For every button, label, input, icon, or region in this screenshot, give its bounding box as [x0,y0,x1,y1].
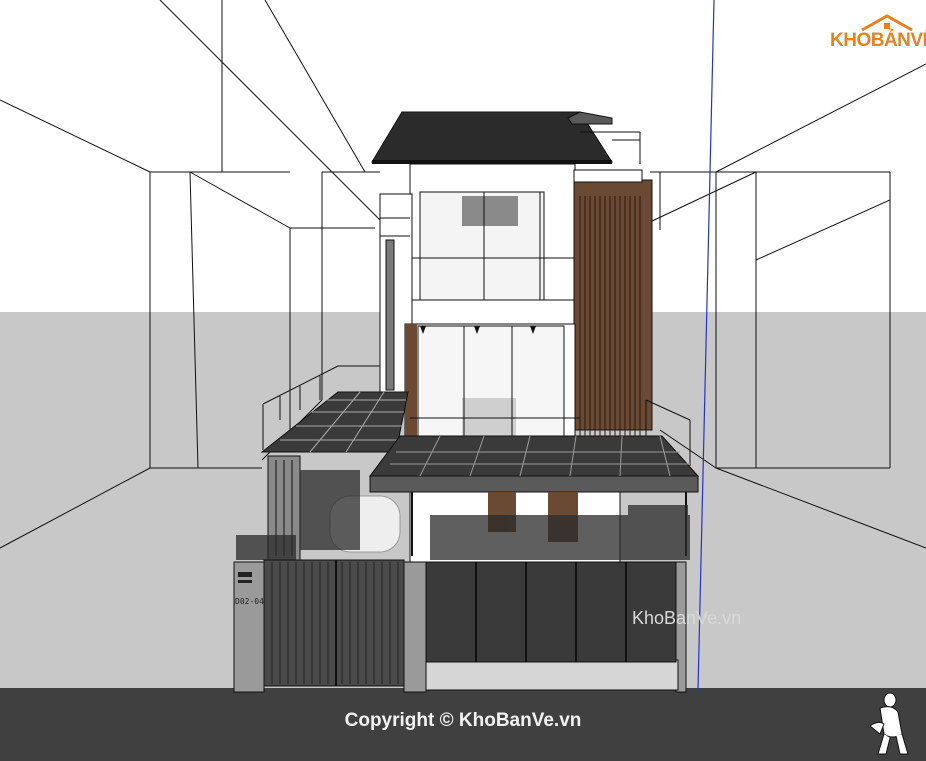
human-scale-figure-icon [869,692,909,755]
front-wall-mid-pier [403,561,427,693]
3d-model-scene[interactable] [0,0,926,761]
wood-tower-cap [573,169,643,183]
main-gate [263,559,405,687]
watermark-text: KhoBanVe.vn [632,608,742,628]
sketchup-viewport[interactable]: D02-04 KHOBẢNVẼ KhoBanVe.vn Copyright © … [0,0,926,761]
khobanve-logo: KHOBẢNVẼ [830,14,926,56]
house-number-plate: D02-04 [235,597,264,606]
main-pergola [369,435,700,477]
mailbox-slot [238,572,252,577]
middle-wood-pillar [405,324,417,442]
logo-text: KHOBẢNVẼ [830,30,926,51]
main-pergola-beam [369,475,699,493]
upper-balcony-slab [391,299,581,325]
roof-fascia [372,160,612,164]
copyright-text: Copyright © KhoBanVe.vn [344,710,582,731]
upper-window-shadow [462,196,518,226]
mailbox-slot [238,580,252,583]
front-wall-base [425,659,679,691]
